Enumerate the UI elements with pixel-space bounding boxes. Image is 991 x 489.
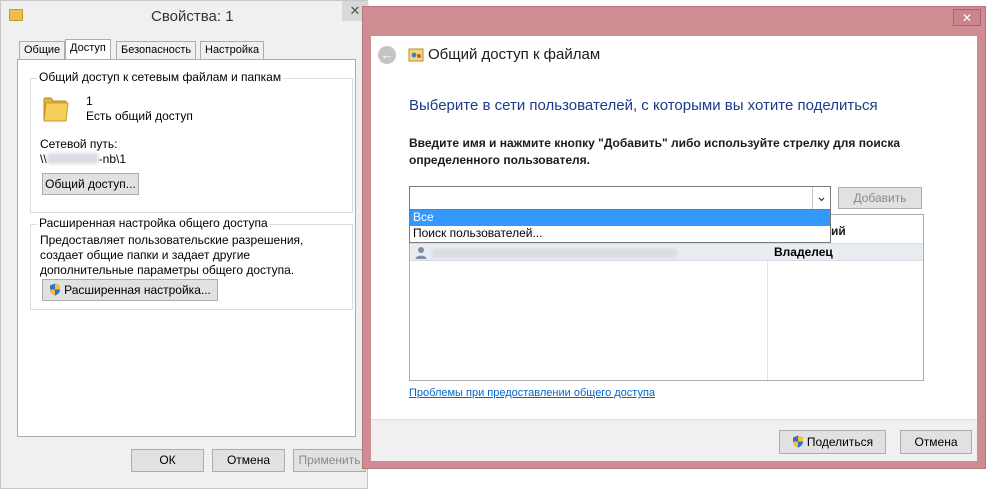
sharing-panel: Общий доступ к сетевым файлам и папкам 1… — [17, 59, 356, 437]
back-arrow-icon[interactable]: ← — [378, 46, 396, 64]
apply-button[interactable]: Применить — [293, 449, 366, 472]
network-path-prefix: \\ — [40, 152, 47, 166]
advanced-share-button[interactable]: Расширенная настройка... — [42, 279, 218, 301]
redacted-computer-name — [46, 153, 99, 164]
user-dropdown-list: Все Поиск пользователей... — [409, 209, 831, 243]
table-row[interactable]: Владелец — [410, 243, 923, 261]
network-path-label: Сетевой путь: — [40, 137, 118, 151]
share-submit-label: Поделиться — [806, 435, 874, 449]
shield-icon — [50, 283, 61, 296]
add-button[interactable]: Добавить — [838, 187, 922, 209]
advanced-share-description: Предоставляет пользовательские разрешени… — [40, 233, 304, 277]
share-status: Есть общий доступ — [86, 109, 193, 123]
tab-sharing[interactable]: Доступ — [65, 39, 111, 60]
share-button[interactable]: Общий доступ... — [42, 173, 139, 195]
cancel-button[interactable]: Отмена — [212, 449, 285, 472]
share-instruction: Введите имя и нажмите кнопку "Добавить" … — [409, 136, 901, 167]
tab-security[interactable]: Безопасность — [116, 41, 197, 60]
share-heading: Выберите в сети пользователей, с которым… — [409, 97, 878, 114]
shield-icon — [792, 435, 803, 448]
sharing-help-link[interactable]: Проблемы при предоставлении общего досту… — [409, 387, 655, 399]
properties-window: Свойства: 1 ✕ Общие Доступ Безопасность … — [0, 0, 369, 489]
properties-title: Свойства: 1 — [151, 8, 234, 25]
share-app-icon — [408, 48, 424, 62]
user-combobox[interactable]: ⌄ — [409, 186, 831, 210]
tab-customize[interactable]: Настройка — [200, 41, 265, 60]
advanced-share-button-label: Расширенная настройка... — [64, 283, 211, 297]
share-dialog-footer: Поделиться Отмена — [371, 419, 977, 461]
properties-titlebar: Свойства: 1 ✕ — [1, 1, 369, 33]
network-path-suffix: -nb\1 — [98, 152, 127, 166]
folder-icon — [43, 97, 69, 122]
share-cancel-button[interactable]: Отмена — [900, 430, 972, 454]
redacted-user-name — [432, 248, 677, 258]
user-icon — [415, 247, 427, 259]
dropdown-item-find-users[interactable]: Поиск пользователей... — [410, 226, 830, 242]
folder-name: 1 — [86, 94, 93, 108]
dropdown-item-everyone[interactable]: Все — [410, 210, 830, 226]
network-share-group-label: Общий доступ к сетевым файлам и папкам — [37, 70, 284, 84]
advanced-share-group-label: Расширенная настройка общего доступа — [37, 216, 270, 230]
share-submit-button[interactable]: Поделиться — [779, 430, 886, 454]
share-dialog-content: ← Общий доступ к файлам Выберите в сети … — [371, 36, 977, 419]
close-icon[interactable]: ✕ — [953, 9, 981, 26]
folder-icon — [9, 9, 23, 21]
file-sharing-dialog: ✕ ← Общий доступ к файлам Выберите в сет… — [362, 6, 986, 469]
share-dialog-title: Общий доступ к файлам — [428, 46, 601, 63]
row-permission: Владелец — [774, 245, 833, 259]
user-name-input[interactable] — [411, 188, 809, 208]
tab-general[interactable]: Общие — [19, 41, 66, 60]
network-path: \\ -nb\1 — [40, 152, 126, 166]
ok-button[interactable]: ОК — [131, 449, 204, 472]
chevron-down-icon[interactable]: ⌄ — [812, 187, 830, 209]
